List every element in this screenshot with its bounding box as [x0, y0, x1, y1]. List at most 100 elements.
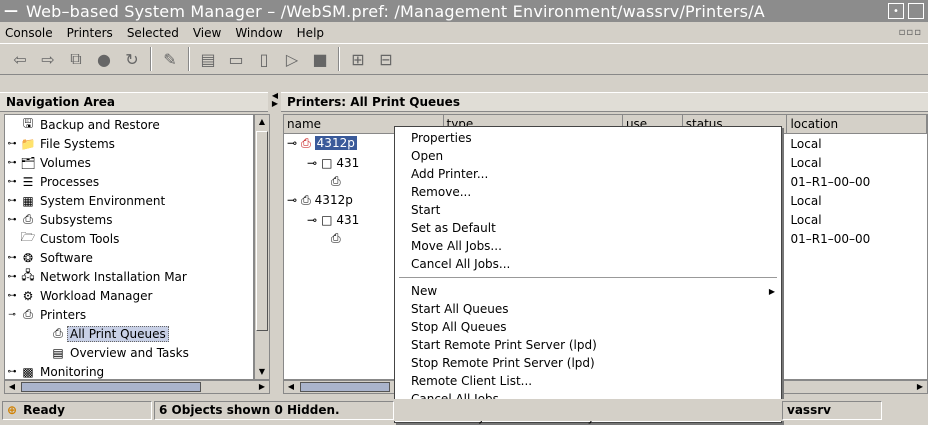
scroll-left-icon[interactable]: ◀	[5, 381, 19, 393]
navigation-horizontal-scrollbar[interactable]: ◀ ▶	[4, 380, 270, 394]
menu-item-label: Open	[411, 149, 444, 163]
forward-icon[interactable]: ⇨	[34, 46, 62, 72]
expand-toggle-icon[interactable]: ⊶	[5, 177, 19, 187]
refresh-icon[interactable]: ↻	[118, 46, 146, 72]
scroll-down-icon[interactable]: ▼	[256, 365, 268, 379]
stop-icon[interactable]: ●	[90, 46, 118, 72]
nav-item-label: File Systems	[40, 136, 115, 151]
menu-item-label: Set as Default	[411, 221, 496, 235]
menu-item-new[interactable]: New ▶	[395, 282, 781, 300]
queue-icon: □	[321, 212, 333, 227]
expand-toggle-icon[interactable]: ⊸	[5, 310, 19, 320]
expand-toggle-icon[interactable]: ⊸	[307, 213, 317, 227]
open-icon[interactable]: ▭	[222, 46, 250, 72]
nav-item-label: Workload Manager	[40, 288, 153, 303]
minimize-button[interactable]: •	[888, 3, 904, 19]
nav-item-software[interactable]: ⊶ ❂ Software	[5, 248, 253, 267]
menu-item-properties[interactable]: Properties	[395, 129, 781, 147]
menu-bar: Console Printers Selected View Window He…	[0, 22, 928, 43]
menu-item-label: Start	[411, 203, 441, 217]
nav-item-label: Custom Tools	[40, 231, 120, 246]
menu-item-remote-client-list[interactable]: Remote Client List...	[395, 372, 781, 390]
menu-item-start[interactable]: Start	[395, 201, 781, 219]
printer-name: 431	[336, 212, 360, 227]
properties-icon[interactable]: ▤	[194, 46, 222, 72]
scroll-up-icon[interactable]: ▲	[256, 115, 268, 129]
column-location[interactable]: location	[787, 115, 927, 134]
collapse-right-icon[interactable]: ▶	[270, 100, 280, 108]
nav-item-file-systems[interactable]: ⊶ 📁 File Systems	[5, 134, 253, 153]
nav-item-system-environment[interactable]: ⊶ ▦ System Environment	[5, 191, 253, 210]
internal-window-controls[interactable]: ▫▫▫	[899, 27, 928, 38]
menu-item-start-remote-print-server-lpd[interactable]: Start Remote Print Server (lpd)	[395, 336, 781, 354]
network-install-icon: 🖧	[21, 268, 35, 282]
menu-window[interactable]: Window	[228, 26, 289, 40]
nav-item-backup-and-restore[interactable]: 🖫 Backup and Restore	[5, 115, 253, 134]
panel-splitter[interactable]: ◀ ▶	[270, 92, 280, 397]
printer-icon: ⎙	[23, 307, 33, 321]
menu-item-set-as-default[interactable]: Set as Default	[395, 219, 781, 237]
maximize-button[interactable]	[908, 3, 924, 19]
menu-help[interactable]: Help	[290, 26, 331, 40]
large-icons-icon[interactable]: ⊞	[344, 46, 372, 72]
nav-item-all-print-queues[interactable]: ⎙ All Print Queues	[5, 324, 253, 343]
find-icon[interactable]: ✎	[156, 46, 184, 72]
toolbar: ⇦ ⇨ ⧉ ● ↻ ✎ ▤ ▭ ▯ ▷ ■ ⊞ ⊟	[0, 43, 928, 75]
menu-console[interactable]: Console	[0, 26, 60, 40]
expand-toggle-icon[interactable]: ⊸	[307, 156, 317, 170]
menu-item-stop-remote-print-server-lpd[interactable]: Stop Remote Print Server (lpd)	[395, 354, 781, 372]
menu-view[interactable]: View	[186, 26, 228, 40]
nav-item-monitoring[interactable]: ⊶ ▩ Monitoring	[5, 362, 253, 379]
menu-printers[interactable]: Printers	[60, 26, 120, 40]
scroll-left-icon[interactable]: ◀	[284, 381, 298, 393]
scroll-right-icon[interactable]: ▶	[913, 381, 927, 393]
nav-item-overview-and-tasks[interactable]: ▤ Overview and Tasks	[5, 343, 253, 362]
scroll-thumb[interactable]	[256, 131, 268, 331]
menu-item-start-all-queues[interactable]: Start All Queues	[395, 300, 781, 318]
scroll-right-icon[interactable]: ▶	[255, 381, 269, 393]
nav-item-subsystems[interactable]: ⊶ ⎙ Subsystems	[5, 210, 253, 229]
up-icon[interactable]: ⧉	[62, 46, 90, 72]
expand-toggle-icon[interactable]: ⊶	[5, 158, 19, 168]
menu-item-stop-all-queues[interactable]: Stop All Queues	[395, 318, 781, 336]
expand-toggle-icon[interactable]: ⊶	[5, 367, 19, 377]
menu-item-open[interactable]: Open	[395, 147, 781, 165]
expand-toggle-icon[interactable]: ⊸	[287, 193, 297, 207]
delete-icon[interactable]: ▯	[250, 46, 278, 72]
expand-toggle-icon[interactable]: ⊶	[5, 253, 19, 263]
menu-selected[interactable]: Selected	[120, 26, 186, 40]
back-icon[interactable]: ⇦	[6, 46, 34, 72]
nav-item-network-installation-mar[interactable]: ⊶ 🖧 Network Installation Mar	[5, 267, 253, 286]
expand-toggle-icon[interactable]: ⊶	[5, 272, 19, 282]
scroll-thumb[interactable]	[300, 382, 390, 392]
nav-item-processes[interactable]: ⊶ ☰ Processes	[5, 172, 253, 191]
cell-location: Local	[790, 136, 822, 151]
nav-item-printers[interactable]: ⊸ ⎙ Printers	[5, 305, 253, 324]
details-icon[interactable]: ⊟	[372, 46, 400, 72]
menu-item-label: Properties	[411, 131, 472, 145]
cell-location: Local	[790, 193, 822, 208]
expand-toggle-icon[interactable]: ⊶	[5, 196, 19, 206]
nav-item-label: Printers	[40, 307, 87, 322]
subsystems-icon: ⎙	[23, 212, 33, 226]
menu-item-add-printer[interactable]: Add Printer...	[395, 165, 781, 183]
nav-item-custom-tools[interactable]: 🗁 Custom Tools	[5, 229, 253, 248]
expand-toggle-icon[interactable]: ⊸	[287, 136, 297, 150]
expand-toggle-icon[interactable]: ⊶	[5, 215, 19, 225]
menu-item-remove[interactable]: Remove...	[395, 183, 781, 201]
cell-location: Local	[790, 212, 822, 227]
monitoring-icon: ▩	[22, 364, 34, 379]
window-menu-button[interactable]: —	[0, 0, 22, 22]
start-icon[interactable]: ▷	[278, 46, 306, 72]
cell-location: 01–R1–00–00	[790, 231, 871, 246]
nav-item-volumes[interactable]: ⊶ 🗂 Volumes	[5, 153, 253, 172]
stop-queue-icon[interactable]: ■	[306, 46, 334, 72]
menu-separator	[399, 273, 777, 278]
nav-item-workload-manager[interactable]: ⊶ ⚙ Workload Manager	[5, 286, 253, 305]
menu-item-move-all-jobs[interactable]: Move All Jobs...	[395, 237, 781, 255]
navigation-vertical-scrollbar[interactable]: ▲ ▼	[254, 114, 270, 380]
expand-toggle-icon[interactable]: ⊶	[5, 139, 19, 149]
expand-toggle-icon[interactable]: ⊶	[5, 291, 19, 301]
scroll-thumb[interactable]	[21, 382, 201, 392]
menu-item-cancel-all-jobs[interactable]: Cancel All Jobs...	[395, 255, 781, 273]
